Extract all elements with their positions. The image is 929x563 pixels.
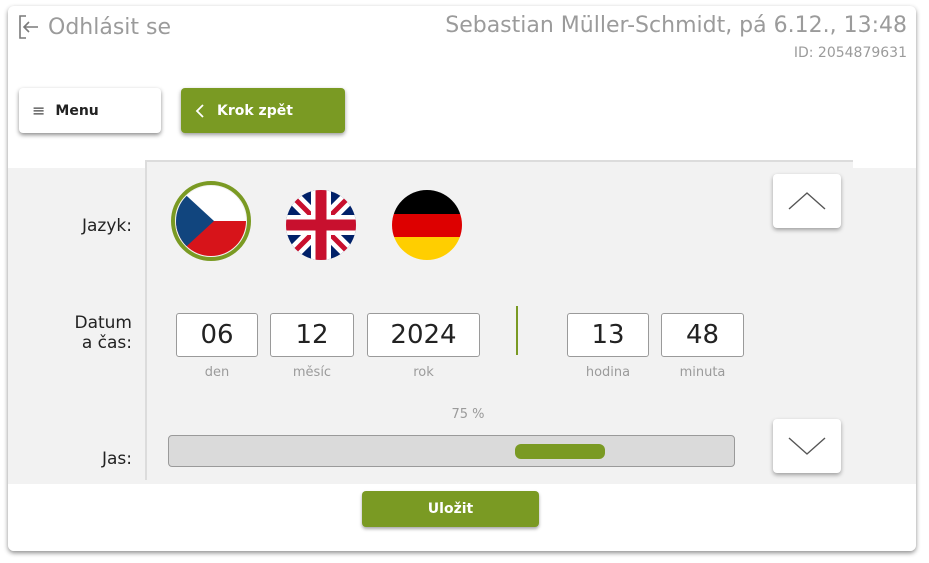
- brightness-percent: 75 %: [451, 407, 485, 422]
- user-info: Sebastian Müller-Schmidt, pá 6.12., 13:4…: [445, 13, 907, 38]
- hamburger-icon: ≡: [32, 101, 46, 120]
- scroll-up-button[interactable]: [773, 174, 841, 228]
- hour-caption: hodina: [585, 365, 631, 380]
- date-time-separator: [516, 306, 518, 355]
- cs-flag-icon[interactable]: [176, 186, 246, 256]
- logout-button[interactable]: Odhlásit se: [18, 14, 171, 40]
- minute-caption: minuta: [679, 365, 726, 380]
- device-id: ID: 2054879631: [793, 45, 907, 61]
- chevron-left-icon: [195, 103, 204, 118]
- datetime-label: Datum a čas:: [12, 313, 132, 353]
- uk-flag-icon[interactable]: [286, 190, 356, 260]
- chevron-up-icon: [788, 192, 826, 210]
- brightness-label: Jas:: [101, 449, 132, 469]
- logout-label: Odhlásit se: [48, 14, 172, 40]
- year-field[interactable]: 2024: [367, 313, 480, 357]
- minute-field[interactable]: 48: [661, 313, 744, 357]
- datetime-label-line2: a čas:: [81, 333, 132, 353]
- day-caption: den: [204, 365, 230, 380]
- chevron-down-icon: [788, 437, 826, 455]
- datetime-label-line1: Datum: [74, 313, 132, 333]
- month-field[interactable]: 12: [270, 313, 354, 357]
- hour-field[interactable]: 13: [567, 313, 649, 357]
- language-label: Jazyk:: [82, 216, 132, 236]
- menu-label: Menu: [55, 102, 99, 119]
- back-button[interactable]: Krok zpět: [181, 88, 345, 133]
- day-field[interactable]: 06: [176, 313, 258, 357]
- year-caption: rok: [413, 365, 434, 380]
- logout-icon: [19, 15, 38, 39]
- de-flag-icon[interactable]: [392, 190, 462, 260]
- brightness-slider[interactable]: [168, 435, 735, 467]
- menu-button[interactable]: ≡ Menu: [19, 88, 161, 133]
- month-caption: měsíc: [292, 365, 332, 380]
- scroll-down-button[interactable]: [773, 419, 841, 473]
- brightness-slider-thumb[interactable]: [515, 444, 605, 459]
- save-button[interactable]: Uložit: [362, 491, 539, 527]
- back-label: Krok zpět: [217, 102, 293, 119]
